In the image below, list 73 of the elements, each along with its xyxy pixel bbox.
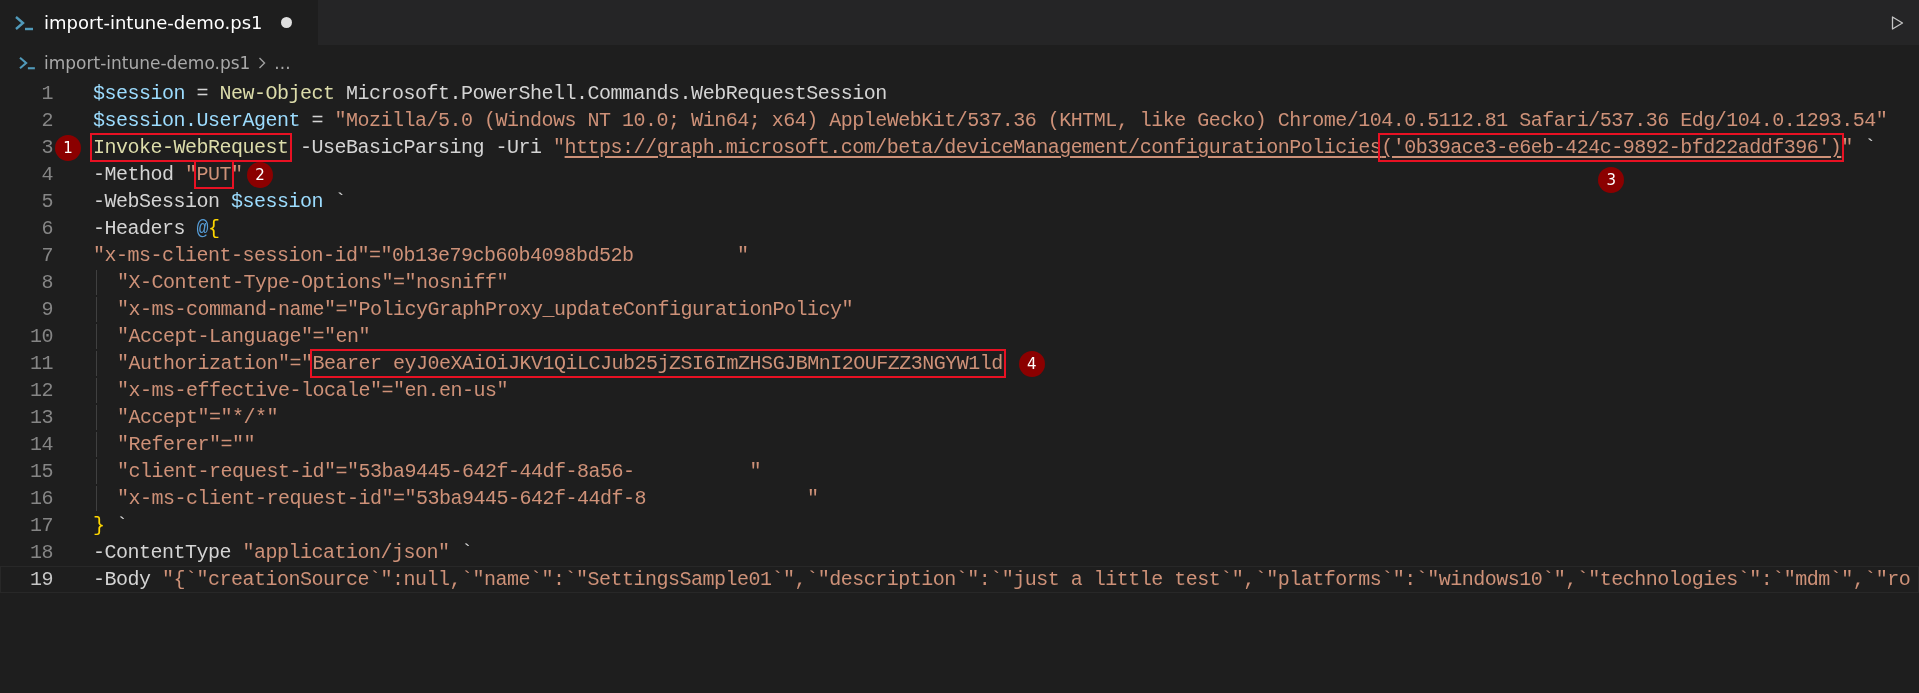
breadcrumb-more[interactable]: ...: [274, 52, 291, 73]
line-number: 18: [29, 541, 53, 564]
code-token: ": [185, 163, 197, 186]
line-number: 17: [29, 514, 53, 537]
powershell-icon: [18, 55, 36, 70]
code-token: `: [1863, 136, 1876, 159]
code-token: "Accept-Language"="en": [117, 325, 371, 348]
highlighted-code: PUT: [196, 163, 232, 186]
highlighted-code: ('0b39ace3-e6eb-424c-9892-bfd22addf396'): [1381, 136, 1842, 159]
unsaved-dot-icon: [280, 17, 292, 28]
code-token: "x-ms-effective-locale"="en.en-us": [117, 379, 509, 402]
breadcrumb-item[interactable]: import-intune-demo.ps1: [44, 52, 251, 73]
callout-badge: 1: [55, 134, 81, 161]
line-number: 9: [40, 298, 53, 321]
code-token: @: [196, 217, 209, 240]
highlighted-code: Bearer eyJ0eXAiOiJKV1QiLCJub25jZSI6ImZHSGJBMnI2OUFZZ3NGYW1ld: [312, 352, 1003, 375]
line-number: 7: [40, 244, 53, 267]
code-token: {: [208, 217, 220, 240]
code-token: $session: [231, 190, 324, 213]
code-token: "Authorization"=": [117, 352, 313, 375]
callout-badge: 3: [1598, 167, 1625, 193]
code-token: "Mozilla/5.0 (Windows NT 10.0; Win64; x64) AppleWebKit/537.36 (KHTML, like Gecko) Chrome/104.0.5112.81 Safari/537.36 Edg/104.0.1293.54": [334, 109, 1888, 132]
line-number: 1: [40, 82, 53, 105]
code-token: -Headers: [93, 217, 186, 240]
code-token: ": [1841, 136, 1853, 159]
line-number: 14: [29, 433, 53, 456]
code-token: }: [93, 514, 105, 537]
code-token: =: [310, 109, 325, 132]
code-token: $session.UserAgent: [93, 109, 301, 132]
powershell-icon: [14, 14, 34, 31]
code-token: $session: [93, 82, 185, 105]
run-icon[interactable]: [1889, 14, 1905, 31]
line-number: 3: [40, 136, 53, 159]
line-number: 15: [29, 460, 53, 483]
code-token: "client-request-id"="53ba9445-642f-44df-8a56- ": [117, 460, 762, 483]
code-token: -WebSession: [93, 190, 221, 213]
code-token: https://graph.microsoft.com/beta/deviceManagement/configurationPolicies: [564, 136, 1382, 159]
line-number: 10: [29, 325, 53, 348]
line-number: 11: [29, 352, 53, 375]
code-token: "x-ms-command-name"="PolicyGraphProxy_updateConfigurationPolicy": [117, 298, 854, 321]
highlighted-code: Invoke-WebRequest: [93, 136, 289, 159]
code-token: =: [195, 82, 210, 105]
callout-badge: 4: [1018, 350, 1045, 377]
line-number: 19: [29, 568, 53, 591]
line-number: 6: [40, 217, 53, 240]
code-token: ": [231, 163, 243, 186]
line-number: 8: [40, 271, 53, 294]
code-token: ": [553, 136, 565, 159]
code-token: -ContentType: [93, 541, 233, 564]
code-token: "X-Content-Type-Options"="nosniff": [117, 271, 509, 294]
line-number: 2: [40, 109, 53, 132]
line-number: 13: [29, 406, 53, 429]
code-token: `: [333, 190, 347, 213]
callout-badge: 2: [247, 161, 274, 188]
code-token: -Method: [93, 163, 175, 186]
code-token: Microsoft.PowerShell.Commands.WebRequestSession: [345, 82, 887, 105]
code-token: "x-ms-client-session-id"="0b13e79cb60b4098bd52b ": [93, 244, 749, 267]
code-token: "Referer"="": [117, 433, 256, 456]
line-number: 5: [40, 190, 53, 213]
code-token: "Accept"="*/*": [117, 406, 279, 429]
line-number: 4: [40, 163, 53, 186]
code-token: -UseBasicParsing -Uri: [299, 136, 543, 159]
code-token: -Body: [93, 568, 152, 591]
editor-tab[interactable]: import-intune-demo.ps1: [0, 0, 318, 45]
chevron-right-icon: [258, 56, 267, 69]
code-token: New-Object: [219, 82, 335, 105]
line-number: 16: [29, 487, 53, 510]
code-token: "application/json": [242, 541, 450, 564]
code-token: `: [115, 514, 128, 537]
code-token: "{`"creationSource`":null,`"name`":`"SettingsSample01`",`"description`":`"just a little test`",`"platforms`":`"windows10`",`"technologies`":`"mdm`",`"ro: [162, 568, 1911, 591]
line-number: 12: [29, 379, 53, 402]
code-token: "x-ms-client-request-id"="53ba9445-642f-44df-8 ": [117, 487, 819, 510]
code-token: `: [460, 541, 473, 564]
